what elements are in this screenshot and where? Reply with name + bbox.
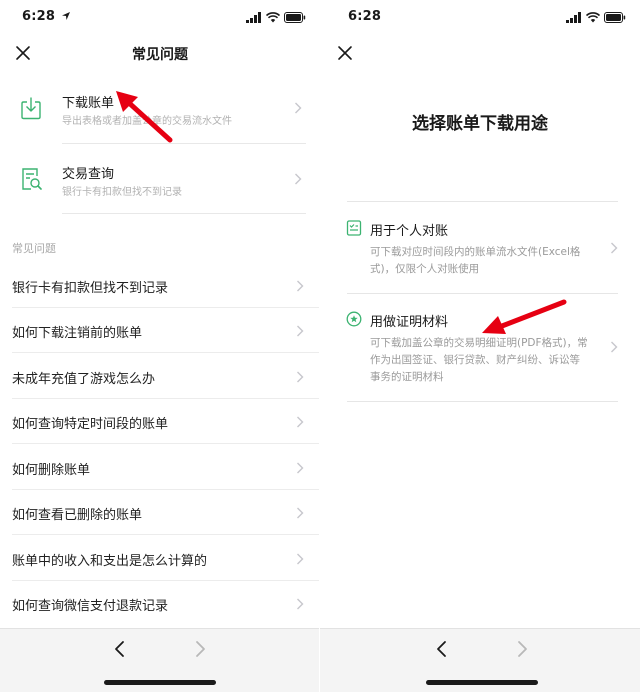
battery-icon — [604, 11, 626, 23]
chevron-right-icon — [297, 462, 304, 474]
download-bill-title: 下载账单 — [62, 96, 115, 111]
option-description: 可下载加盖公章的交易明细证明(PDF格式)，常作为出国签证、银行贷款、财产纠纷、… — [370, 337, 588, 383]
download-purpose-screen: 6:28 选择账单下载用途 用于个人对账 可下载对应时间段内的账单流水文件(Ex… — [320, 0, 640, 692]
chevron-right-icon — [297, 371, 304, 383]
faq-item[interactable]: 如何查看已删除的账单 — [0, 490, 320, 535]
faq-item[interactable]: 账单中的收入和支出是怎么计算的 — [0, 536, 320, 581]
chevron-right-icon — [295, 102, 302, 114]
back-arrow-icon[interactable] — [434, 639, 450, 659]
faq-item[interactable]: 如何查询微信支付退款记录 — [0, 581, 320, 626]
chevron-right-icon — [297, 553, 304, 565]
faq-item-label: 如何下载注销前的账单 — [12, 326, 143, 341]
status-icons — [246, 11, 306, 23]
faq-item[interactable]: 如何下载注销前的账单 — [0, 308, 320, 353]
top-actions: 下载账单 导出表格或者加盖公章的交易流水文件 交易查询 银行卡有扣款但找不到记录 — [0, 72, 320, 214]
signal-icon — [246, 11, 261, 23]
transaction-query-title: 交易查询 — [62, 167, 115, 182]
page-title: 常见问题 — [132, 47, 188, 63]
wifi-icon — [266, 11, 280, 22]
wifi-icon — [586, 11, 600, 22]
faq-screen: 6:28 常见问题 下载账单 导出表格或者加盖公章的交易流水文件 交易查询 银行… — [0, 0, 320, 692]
home-indicator — [426, 680, 538, 685]
chevron-right-icon — [611, 341, 618, 353]
forward-arrow-icon[interactable] — [192, 639, 208, 659]
back-arrow-icon[interactable] — [112, 639, 128, 659]
bottom-toolbar — [320, 628, 640, 692]
chevron-right-icon — [295, 173, 302, 185]
page-title: 选择账单下载用途 — [412, 114, 548, 134]
nav-bar — [320, 34, 640, 72]
download-icon — [21, 97, 41, 120]
checklist-document-icon — [346, 220, 362, 236]
forward-arrow-icon[interactable] — [514, 639, 530, 659]
option-title: 用做证明材料 — [370, 315, 449, 330]
option-description: 可下载对应时间段内的账单流水文件(Excel格式)，仅限个人对账使用 — [370, 246, 581, 275]
row-divider — [12, 352, 320, 353]
bottom-toolbar — [0, 628, 320, 692]
home-indicator — [104, 680, 216, 685]
chevron-right-icon — [297, 280, 304, 292]
faq-item-label: 未成年充值了游戏怎么办 — [12, 372, 156, 387]
faq-item[interactable]: 如何查询特定时间段的账单 — [0, 399, 320, 444]
status-time: 6:28 — [348, 9, 382, 24]
status-bar: 6:28 — [0, 0, 320, 34]
nav-bar: 常见问题 — [0, 34, 320, 72]
status-icons — [566, 11, 626, 23]
signal-icon — [566, 11, 581, 23]
faq-item-label: 银行卡有扣款但找不到记录 — [12, 281, 169, 296]
chevron-right-icon — [611, 242, 618, 254]
section-label: 常见问题 — [12, 242, 56, 255]
status-time: 6:28 — [22, 9, 56, 24]
row-divider — [62, 213, 306, 214]
faq-item-label: 如何查看已删除的账单 — [12, 508, 143, 523]
row-divider — [12, 443, 320, 444]
download-bill-row[interactable]: 下载账单 导出表格或者加盖公章的交易流水文件 — [0, 72, 320, 143]
star-badge-icon — [346, 311, 362, 327]
chevron-right-icon — [297, 598, 304, 610]
option-title: 用于个人对账 — [370, 224, 449, 239]
faq-item-label: 如何查询特定时间段的账单 — [12, 417, 169, 432]
faq-item-label: 如何查询微信支付退款记录 — [12, 599, 169, 614]
transaction-query-row[interactable]: 交易查询 银行卡有扣款但找不到记录 — [0, 143, 320, 214]
personal-reconciliation-option[interactable]: 用于个人对账 可下载对应时间段内的账单流水文件(Excel格式)，仅限个人对账使… — [320, 202, 640, 293]
faq-item[interactable]: 如何删除账单 — [0, 445, 320, 490]
faq-item-label: 如何删除账单 — [12, 463, 91, 478]
proof-material-option[interactable]: 用做证明材料 可下载加盖公章的交易明细证明(PDF格式)，常作为出国签证、银行贷… — [320, 294, 640, 401]
location-arrow-icon — [62, 12, 70, 20]
faq-item[interactable]: 银行卡有扣款但找不到记录 — [0, 263, 320, 308]
faq-item-label: 账单中的收入和支出是怎么计算的 — [12, 554, 208, 569]
status-bar: 6:28 — [320, 0, 640, 34]
download-bill-subtitle: 导出表格或者加盖公章的交易流水文件 — [62, 116, 232, 127]
chevron-right-icon — [297, 416, 304, 428]
transaction-query-subtitle: 银行卡有扣款但找不到记录 — [62, 187, 182, 198]
row-divider — [347, 401, 618, 402]
close-icon[interactable] — [334, 42, 356, 64]
faq-item[interactable]: 未成年充值了游戏怎么办 — [0, 354, 320, 399]
battery-icon — [284, 11, 306, 23]
chevron-right-icon — [297, 507, 304, 519]
chevron-right-icon — [297, 325, 304, 337]
row-divider — [12, 534, 320, 535]
search-document-icon — [22, 168, 42, 190]
